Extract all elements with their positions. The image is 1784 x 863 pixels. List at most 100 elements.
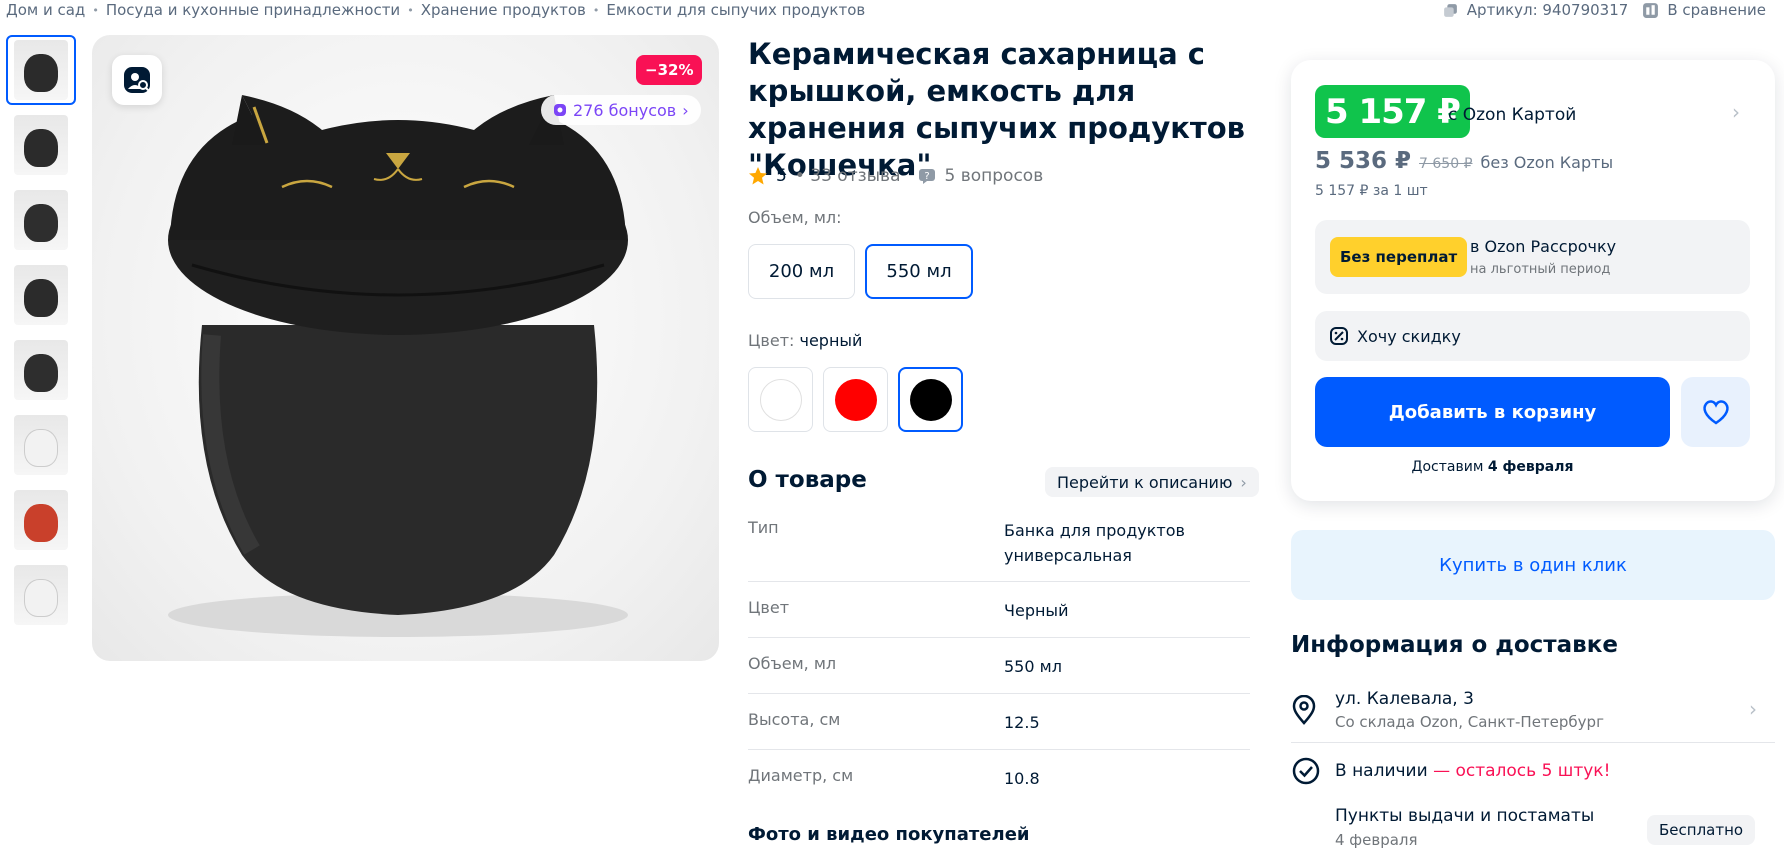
thumbnail-image bbox=[14, 115, 68, 175]
breadcrumb-separator: • bbox=[592, 3, 600, 17]
compare-label: В сравнение bbox=[1667, 1, 1766, 19]
pickup-date: 4 февраля bbox=[1335, 831, 1418, 849]
old-price: 7 650 ₽ bbox=[1419, 156, 1473, 172]
thumbnail-image bbox=[14, 40, 68, 100]
image-search-icon bbox=[124, 67, 150, 93]
thumbnail-image bbox=[14, 565, 68, 625]
volume-option-200[interactable]: 200 мл bbox=[748, 244, 855, 299]
pickup-price-badge: Бесплатно bbox=[1647, 815, 1756, 845]
thumbnail[interactable] bbox=[6, 110, 76, 180]
spec-row: Объем, мл 550 мл bbox=[748, 653, 1250, 694]
color-label: Цвет: bbox=[748, 331, 795, 350]
thumbnail-list bbox=[6, 35, 76, 635]
thumbnail[interactable] bbox=[6, 185, 76, 255]
delivery-heading: Информация о доставке bbox=[1291, 632, 1618, 658]
want-discount-button[interactable]: Хочу скидку bbox=[1315, 311, 1750, 361]
color-value: черный bbox=[799, 331, 863, 350]
thumbnail[interactable] bbox=[6, 410, 76, 480]
ozon-card-price: 5 157 ₽ bbox=[1315, 85, 1470, 138]
spec-value: Черный bbox=[1004, 601, 1069, 620]
in-stock-text: В наличии bbox=[1335, 761, 1428, 781]
svg-text:?: ? bbox=[924, 171, 929, 182]
location-pin-icon bbox=[1292, 695, 1316, 725]
installment-badge: Без переплат bbox=[1330, 237, 1468, 277]
volume-label: Объем, мл: bbox=[748, 208, 842, 227]
chevron-right-icon[interactable]: › bbox=[1732, 100, 1740, 124]
bonus-link[interactable]: 276 бонусов › bbox=[541, 95, 701, 125]
breadcrumb-separator: • bbox=[92, 3, 99, 17]
color-label-row: Цвет: черный bbox=[748, 331, 862, 350]
about-heading: О товаре bbox=[748, 467, 867, 493]
pickup-points-label[interactable]: Пункты выдачи и постаматы bbox=[1335, 806, 1594, 826]
spec-value: Банка для продуктов универсальная bbox=[1004, 521, 1185, 565]
color-swatch bbox=[759, 378, 802, 421]
installment-block[interactable]: Без переплат в Ozon Рассрочку на льготны… bbox=[1315, 220, 1750, 294]
goto-description-button[interactable]: Перейти к описанию › bbox=[1045, 467, 1259, 497]
color-option-red[interactable] bbox=[823, 367, 888, 432]
questions-link[interactable]: 5 вопросов bbox=[945, 166, 1044, 186]
spec-row: Цвет Черный bbox=[748, 597, 1250, 638]
spec-value: 10.8 bbox=[1004, 769, 1040, 788]
image-search-button[interactable] bbox=[112, 55, 162, 105]
product-photo[interactable] bbox=[92, 35, 719, 661]
breadcrumb-item[interactable]: Дом и сад bbox=[6, 1, 85, 19]
breadcrumb-item[interactable]: Посуда и кухонные принадлежности bbox=[106, 1, 400, 19]
star-icon bbox=[749, 167, 767, 185]
thumbnail[interactable] bbox=[6, 260, 76, 330]
regular-price-label: без Ozon Карты bbox=[1480, 153, 1614, 172]
breadcrumb-item[interactable]: Хранение продуктов bbox=[421, 1, 586, 19]
bonus-text: 276 бонусов bbox=[573, 100, 677, 120]
regular-price-row: 5 536 ₽ 7 650 ₽ без Ozon Карты bbox=[1315, 148, 1613, 174]
heart-icon bbox=[1702, 400, 1729, 425]
color-option-black[interactable] bbox=[898, 367, 963, 432]
cat-jar-illustration bbox=[168, 95, 628, 637]
copy-icon bbox=[1443, 3, 1457, 17]
breadcrumb: Дом и сад • Посуда и кухонные принадлежн… bbox=[6, 0, 865, 20]
question-icon: ? bbox=[918, 169, 935, 184]
article-copy[interactable]: Артикул: 940790317 bbox=[1442, 1, 1629, 19]
delivery-prefix: Доставим bbox=[1411, 459, 1484, 475]
compare-icon bbox=[1643, 2, 1659, 18]
buy-one-click-button[interactable]: Купить в один клик bbox=[1291, 530, 1775, 600]
compare-button[interactable]: В сравнение bbox=[1642, 1, 1766, 19]
chevron-right-icon: › bbox=[1240, 472, 1247, 492]
delivery-warehouse: Со склада Ozon, Санкт-Петербург bbox=[1335, 713, 1604, 731]
installment-subtitle: на льготный период bbox=[1470, 262, 1611, 277]
article-number: Артикул: 940790317 bbox=[1466, 1, 1629, 19]
delivery-date: 4 февраля bbox=[1487, 459, 1574, 475]
thumbnail[interactable] bbox=[6, 335, 76, 405]
delivery-address: ул. Калевала, 3 bbox=[1335, 689, 1474, 709]
rating-row: 5 • 33 отзыва ? 5 вопросов bbox=[748, 166, 1043, 186]
spec-key: Диаметр, см bbox=[748, 766, 854, 785]
reviews-link[interactable]: • 33 отзыва bbox=[795, 166, 901, 186]
spec-row: Диаметр, см 10.8 bbox=[748, 765, 1250, 795]
color-option-white[interactable] bbox=[748, 367, 813, 432]
unit-price: 5 157 ₽ за 1 шт bbox=[1315, 183, 1428, 199]
installment-title: в Ozon Рассрочку bbox=[1470, 237, 1617, 256]
thumbnail[interactable] bbox=[6, 485, 76, 555]
thumbnail-image bbox=[14, 340, 68, 400]
spec-value: 12.5 bbox=[1004, 713, 1040, 732]
spec-key: Высота, см bbox=[748, 710, 841, 729]
goto-description-label: Перейти к описанию bbox=[1057, 472, 1233, 492]
volume-option-550[interactable]: 550 мл bbox=[865, 244, 973, 299]
thumbnail-image bbox=[14, 490, 68, 550]
thumbnail[interactable] bbox=[6, 560, 76, 630]
thumbnail[interactable] bbox=[6, 35, 76, 105]
in-stock-label: В наличии — осталось 5 штук! bbox=[1335, 761, 1610, 781]
stock-status: В наличии — осталось 5 штук! bbox=[1291, 756, 1610, 786]
add-to-cart-button[interactable]: Добавить в корзину bbox=[1315, 377, 1670, 447]
regular-price: 5 536 ₽ bbox=[1315, 148, 1412, 174]
customer-photos-heading: Фото и видео покупателей bbox=[748, 824, 1030, 845]
favorite-button[interactable] bbox=[1681, 377, 1750, 447]
thumbnail-image bbox=[14, 415, 68, 475]
top-actions: Артикул: 940790317 В сравнение bbox=[1442, 0, 1766, 20]
check-circle-icon bbox=[1292, 757, 1320, 785]
ozon-card-label: с Ozon Картой bbox=[1448, 105, 1577, 125]
breadcrumb-item[interactable]: Емкости для сыпучих продуктов bbox=[606, 1, 865, 19]
want-discount-label: Хочу скидку bbox=[1357, 326, 1461, 346]
product-title: Керамическая сахарница с крышкой, емкост… bbox=[748, 37, 1246, 182]
delivery-address-row[interactable]: ул. Калевала, 3 Со склада Ozon, Санкт-Пе… bbox=[1291, 685, 1775, 743]
spec-row: Высота, см 12.5 bbox=[748, 709, 1250, 750]
thumbnail-image bbox=[14, 265, 68, 325]
